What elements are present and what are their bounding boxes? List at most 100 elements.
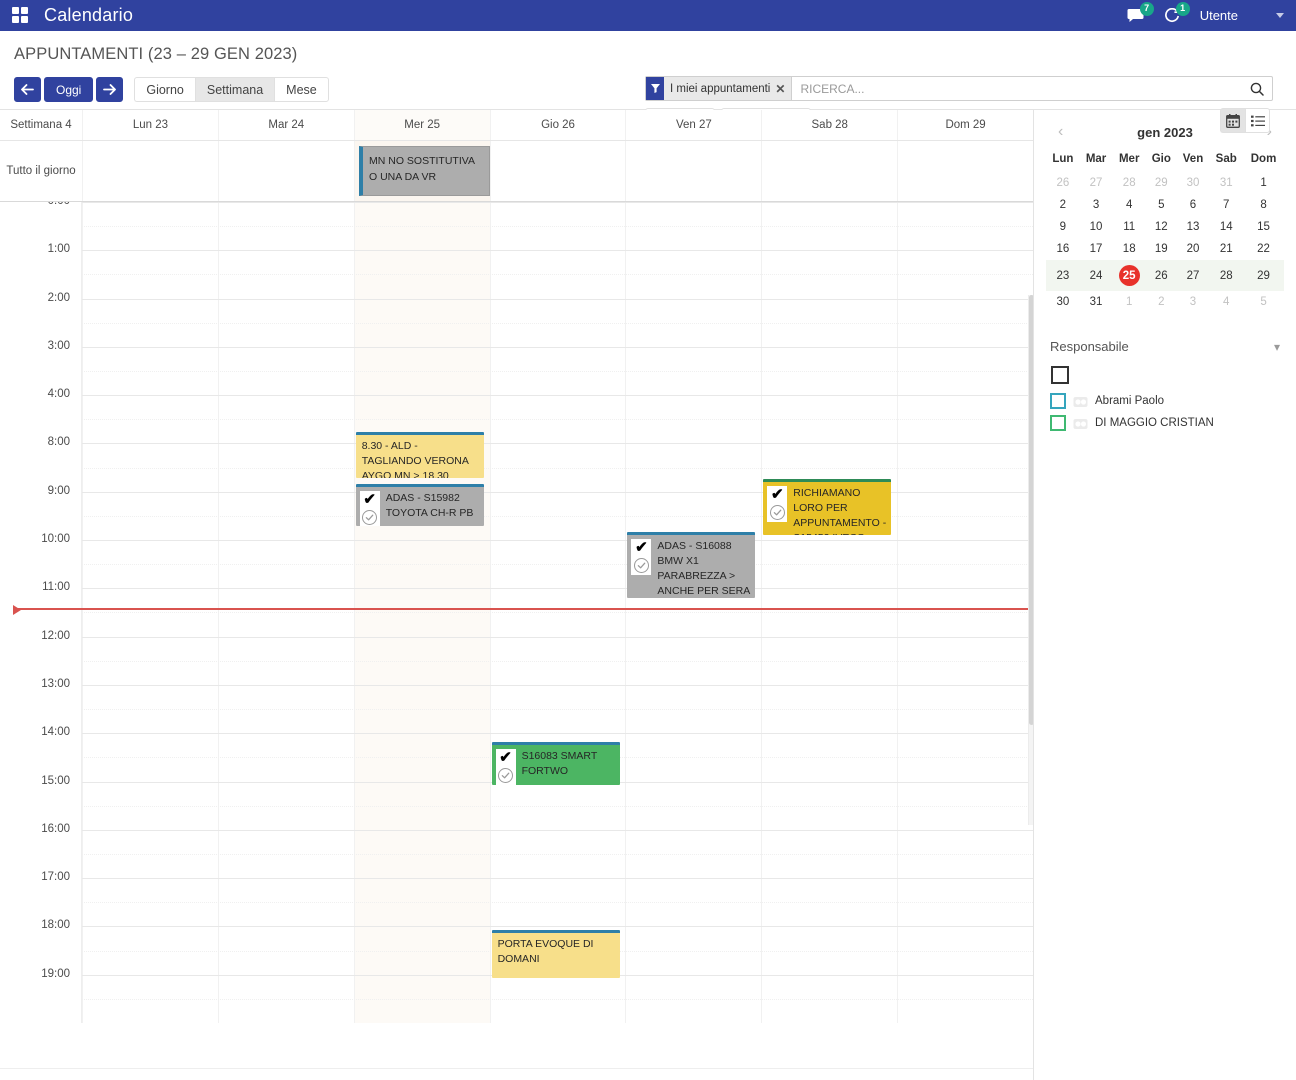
responsabile-person-row[interactable]: Abrami Paolo [1046,390,1284,412]
event-status-icons[interactable]: ✔ [631,539,651,575]
mini-calendar-day[interactable]: 4 [1112,194,1146,216]
day-header-mar[interactable]: Mar 24 [218,110,354,140]
view-settimana-button[interactable]: Settimana [195,77,274,102]
list-view-icon[interactable] [1245,108,1270,133]
user-menu-label[interactable]: Utente [1200,8,1238,23]
all-day-cell-sab[interactable] [761,141,897,201]
mini-calendar-day[interactable]: 31 [1209,172,1243,194]
all-day-cell-ven[interactable] [625,141,761,201]
mini-calendar-week-row[interactable]: 2627282930311 [1046,172,1284,194]
calendar-event[interactable]: ✔S16083 SMART FORTWO [492,742,620,785]
mini-calendar-week-row[interactable]: 2345678 [1046,194,1284,216]
view-mese-button[interactable]: Mese [274,77,329,102]
mini-calendar-day[interactable]: 8 [1243,194,1284,216]
all-day-cell-lun[interactable] [82,141,218,201]
mini-calendar-day[interactable]: 20 [1177,238,1210,260]
mini-calendar-day[interactable]: 18 [1112,238,1146,260]
all-day-event[interactable]: MN NO SOSTITUTIVA O UNA DA VR [359,146,490,196]
mini-calendar-day[interactable]: 27 [1080,172,1113,194]
person-checkbox[interactable] [1050,393,1066,409]
day-header-sab[interactable]: Sab 28 [761,110,897,140]
mini-calendar-day[interactable]: 12 [1146,216,1177,238]
mini-calendar-day[interactable]: 15 [1243,216,1284,238]
all-day-cell-dom[interactable] [897,141,1033,201]
mini-calendar-day[interactable]: 29 [1243,260,1284,291]
mini-calendar-day[interactable]: 9 [1046,216,1080,238]
mini-calendar-week-row[interactable]: 9101112131415 [1046,216,1284,238]
responsabile-select-all-row[interactable] [1046,360,1284,390]
grid-apps-icon[interactable] [12,7,30,25]
search-icon[interactable] [1242,82,1272,96]
event-status-icons[interactable]: ✔ [496,749,516,785]
mini-calendar-day[interactable]: 26 [1146,260,1177,291]
day-header-mer[interactable]: Mer 25 [354,110,490,140]
mini-calendar-day[interactable]: 19 [1146,238,1177,260]
person-checkbox[interactable] [1050,415,1066,431]
responsabile-person-row[interactable]: DI MAGGIO CRISTIAN [1046,412,1284,434]
next-period-button[interactable] [96,77,123,102]
calendar-event[interactable]: 8.30 - ALD - TAGLIANDO VERONA AYGO MN > … [356,432,484,478]
mini-calendar-day[interactable]: 28 [1112,172,1146,194]
event-status-icons[interactable]: ✔ [360,491,380,526]
mini-calendar-day[interactable]: 10 [1080,216,1113,238]
mini-calendar-day[interactable]: 3 [1080,194,1113,216]
mini-calendar-day[interactable]: 23 [1046,260,1080,291]
mini-calendar-day[interactable]: 13 [1177,216,1210,238]
event-status-icons[interactable]: ✔ [767,486,787,522]
calendar-event[interactable]: ✔ADAS - S15982 TOYOTA CH-R PB [356,484,484,526]
mini-calendar-day[interactable]: 2 [1146,291,1177,313]
day-header-gio[interactable]: Gio 26 [490,110,626,140]
mini-calendar-day[interactable]: 30 [1177,172,1210,194]
close-x-icon[interactable]: ✕ [775,82,785,96]
mini-calendar-day[interactable]: 6 [1177,194,1210,216]
mini-calendar-day[interactable]: 1 [1112,291,1146,313]
caret-down-icon[interactable] [1276,13,1284,18]
mini-calendar-week-row[interactable]: 2324 25 26272829 [1046,260,1284,291]
day-header-ven[interactable]: Ven 27 [625,110,761,140]
mini-calendar-day[interactable]: 30 [1046,291,1080,313]
chevron-down-icon[interactable]: ▾ [1274,340,1280,354]
mini-calendar-day[interactable]: 5 [1243,291,1284,313]
select-all-checkbox[interactable] [1051,366,1069,384]
mini-calendar-day[interactable]: 2 [1046,194,1080,216]
mini-calendar-day[interactable]: 1 [1243,172,1284,194]
mini-calendar-day[interactable]: 21 [1209,238,1243,260]
search-input[interactable] [792,77,1242,100]
calendar-view-icon[interactable] [1220,108,1245,133]
day-header-lun[interactable]: Lun 23 [82,110,218,140]
prev-period-button[interactable] [14,77,41,102]
mini-calendar-selected-day[interactable]: 25 [1119,265,1140,286]
all-day-cell-gio[interactable] [490,141,626,201]
chevron-left-icon[interactable]: ‹ [1052,124,1069,140]
mini-calendar-day[interactable]: 16 [1046,238,1080,260]
day-header-dom[interactable]: Dom 29 [897,110,1033,140]
time-grid-scroll[interactable]: 0:001:002:003:004:008:009:0010:0011:0012… [0,202,1033,1079]
refresh-activity-icon[interactable]: 1 [1164,8,1180,24]
calendar-scrollbar[interactable] [1028,295,1033,825]
mini-calendar-day[interactable]: 31 [1080,291,1113,313]
mini-calendar-day[interactable]: 27 [1177,260,1210,291]
mini-calendar-day[interactable]: 17 [1080,238,1113,260]
scrollbar-thumb[interactable] [1029,295,1033,725]
mini-calendar-day[interactable]: 11 [1112,216,1146,238]
mini-calendar-day[interactable]: 25 [1112,260,1146,291]
mini-calendar-week-row[interactable]: 16171819202122 [1046,238,1284,260]
mini-calendar-day[interactable]: 26 [1046,172,1080,194]
mini-calendar-day[interactable]: 5 [1146,194,1177,216]
mini-calendar-day[interactable]: 7 [1209,194,1243,216]
mini-calendar-day[interactable]: 22 [1243,238,1284,260]
mini-calendar-day[interactable]: 28 [1209,260,1243,291]
mini-calendar-day[interactable]: 4 [1209,291,1243,313]
all-day-cell-mar[interactable] [218,141,354,201]
mini-calendar-week-row[interactable]: 303112345 [1046,291,1284,313]
today-button[interactable]: Oggi [44,77,93,102]
chat-bubble-icon[interactable]: 7 [1127,8,1144,23]
mini-calendar-day[interactable]: 24 [1080,260,1113,291]
calendar-event[interactable]: ✔RICHIAMANO LORO PER APPUNTAMENTO - S154… [763,479,891,535]
mini-calendar-day[interactable]: 14 [1209,216,1243,238]
active-filter-tag[interactable]: I miei appuntamenti ✕ [646,77,792,100]
view-giorno-button[interactable]: Giorno [134,77,195,102]
mini-calendar-day[interactable]: 29 [1146,172,1177,194]
calendar-event[interactable]: ✔ADAS - S16088 BMW X1 PARABREZZA > ANCHE… [627,532,755,598]
calendar-event[interactable]: PORTA EVOQUE DI DOMANI [492,930,620,978]
